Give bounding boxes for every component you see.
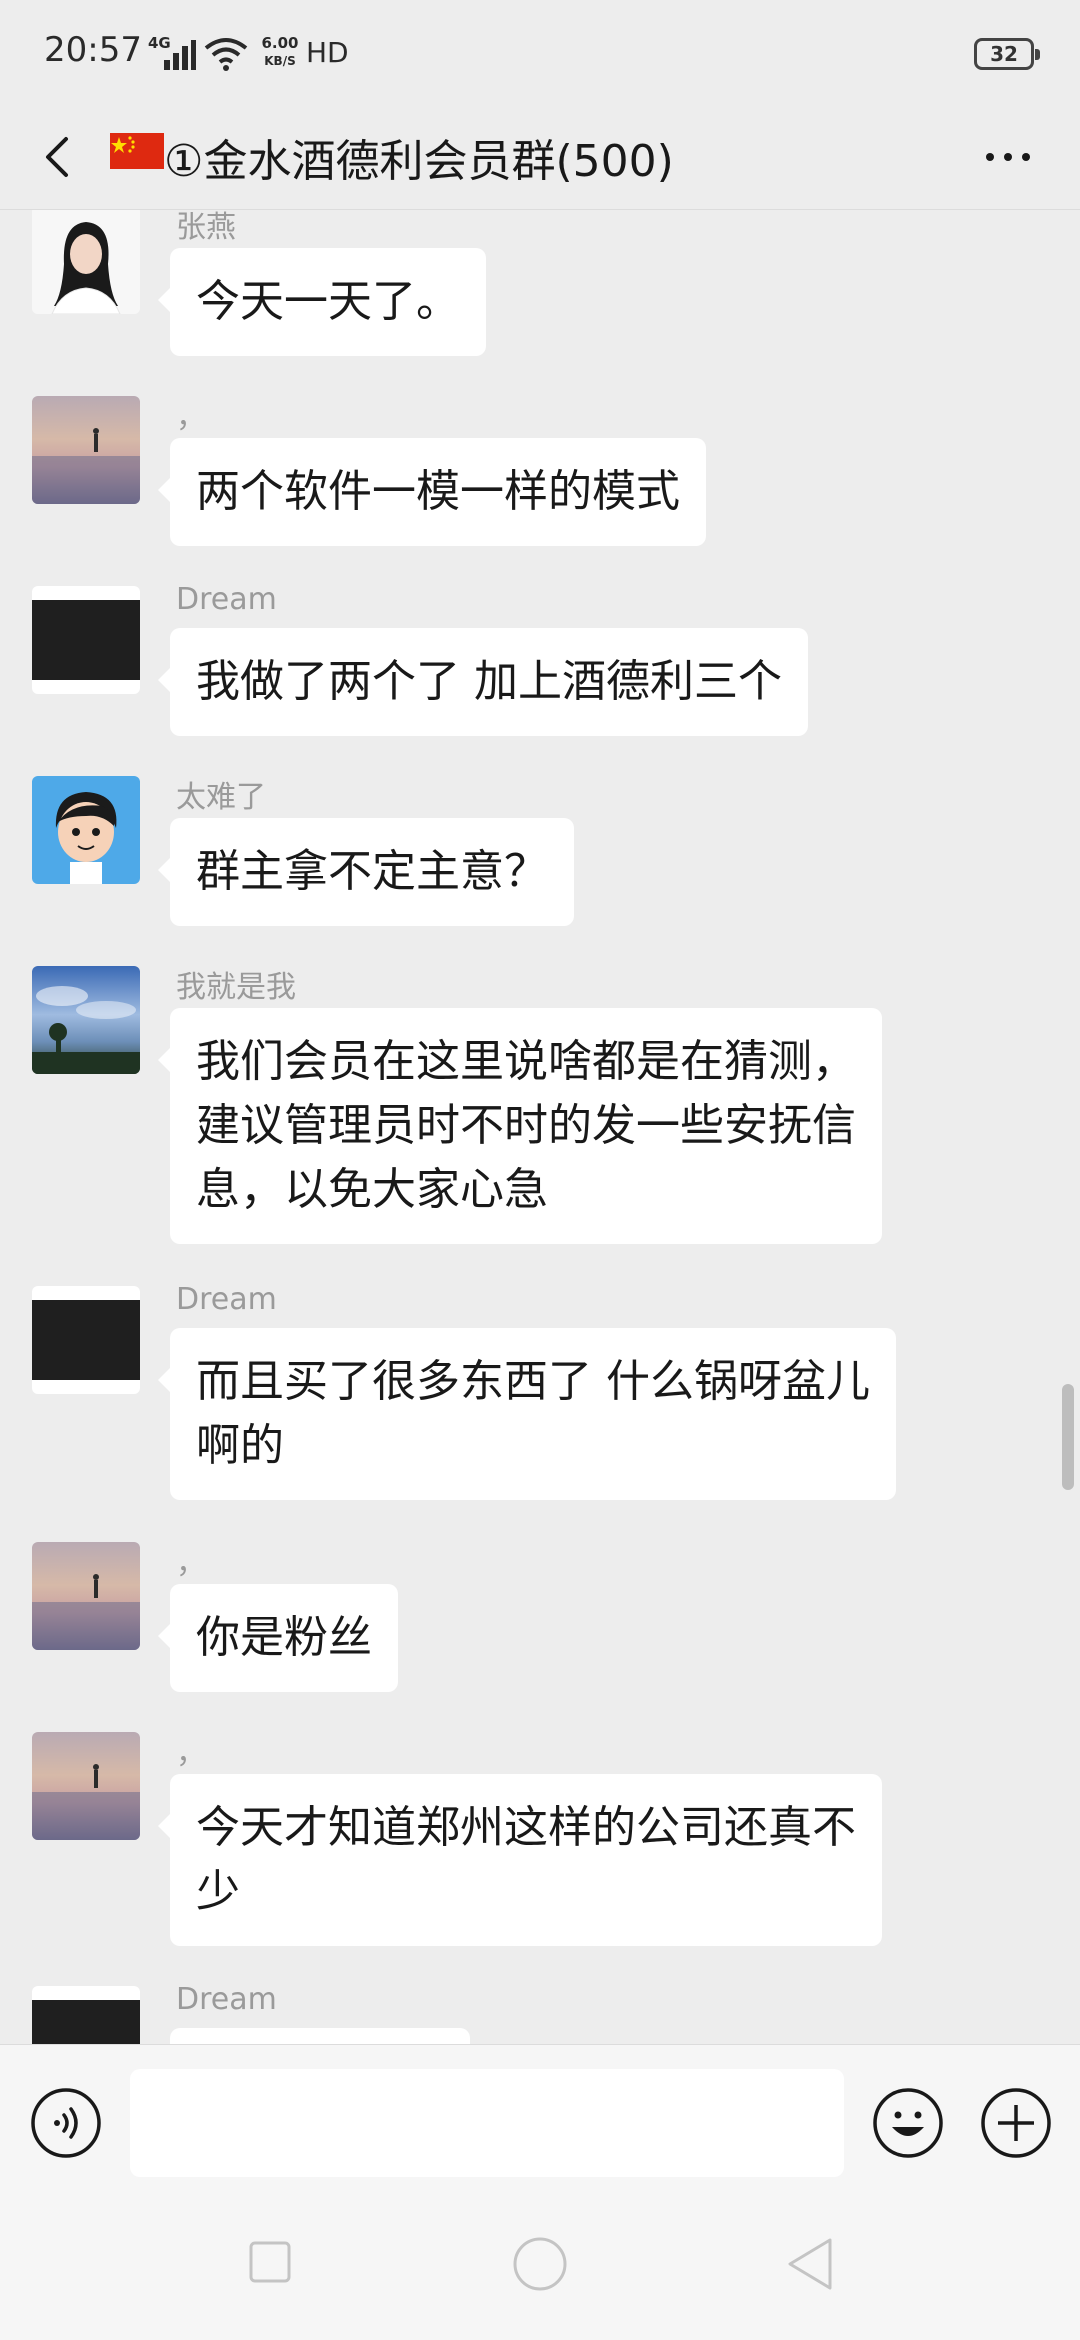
circle-icon[interactable] [512,2236,568,2292]
message-text: 今天一天了。 [196,276,460,327]
message-bubble[interactable]: 我们会员在这里说啥都是在猜测， 建议管理员时不时的发一些安抚信 息，以免大家心急 [158,1008,882,1244]
message-bubble[interactable]: 群主拿不定主意？ [158,818,574,926]
sender-name: Dream [176,582,277,617]
message-item: ， 两个软件一模一样的模式 [0,392,1080,546]
message-bubble[interactable]: 两个软件一模一样的模式 [158,438,706,546]
sender-name: 张燕 [176,210,236,245]
avatar-beach-silhouette[interactable] [32,1732,140,1840]
wifi-icon [204,38,248,71]
avatar-beach-silhouette[interactable] [32,396,140,504]
battery-icon: 32 [974,38,1040,70]
chevron-left-icon[interactable] [28,125,92,189]
emoji-icon[interactable] [872,2087,944,2159]
message-text-line: 少 [196,1866,240,1917]
message-item: Dream 而且买了很多东西了 什么锅呀盆儿 啊的 [0,1282,1080,1500]
more-dots-icon[interactable] [968,125,1048,189]
dark-text-image [32,600,140,680]
beach-silhouette-image [32,428,140,504]
sender-name: Dream [176,1982,277,2017]
message-text: 我做了两个了 加上酒德利三个 [196,656,782,707]
dark-text-image [32,2000,140,2044]
sender-name: ， [176,1546,206,1581]
hd-indicator: HD [306,36,349,69]
avatar-dark-text-image[interactable] [32,1286,140,1394]
avatar-dark-text-image[interactable] [32,1986,140,2044]
message-bubble[interactable]: 而且买了很多东西了 什么锅呀盆儿 啊的 [158,1328,896,1500]
avatar-beach-silhouette[interactable] [32,1542,140,1650]
avatar-woman-portrait[interactable] [32,210,140,314]
triangle-back-icon[interactable] [784,2236,836,2292]
message-text: 你是粉丝 [196,1612,372,1663]
scrollbar-thumb[interactable] [1062,1384,1074,1490]
plus-icon[interactable] [980,2087,1052,2159]
message-bubble[interactable] [170,2028,470,2044]
square-icon[interactable] [248,2240,292,2284]
input-bar [0,2044,1080,2196]
beach-silhouette-image [32,1764,140,1840]
flag-stars [111,136,135,153]
title-bar: ①金水酒德利会员群(500) [0,105,1080,210]
message-item: Dream [0,1982,1080,2044]
network-type: 4G [148,34,171,52]
status-bar: 20:57 4G 6.00 KB/S HD 32 [0,0,1080,105]
avatar-sky-landscape[interactable] [32,966,140,1074]
cartoon-boy-image [55,792,117,884]
message-item: 我就是我 我们会员在这里说啥都是在猜测， 建议管理员时不时的发一些安抚信 息，以… [0,962,1080,1252]
china-flag-icon [110,133,164,169]
woman-portrait-image [32,210,140,314]
network-speed: 6.00 KB/S [256,34,304,74]
message-bubble[interactable]: 我做了两个了 加上酒德利三个 [158,628,808,736]
avatar-dark-text-image[interactable] [32,586,140,694]
message-bubble[interactable]: 你是粉丝 [158,1584,398,1692]
battery-level: 32 [990,42,1018,66]
chat-title: ①金水酒德利会员群(500) [164,136,674,187]
message-text-line: 而且买了很多东西了 什么锅呀盆儿 [196,1356,870,1407]
message-item: 太难了 群主拿不定主意？ [0,772,1080,926]
sky-landscape-image [32,986,140,1074]
speed-value: 6.00 [261,34,299,52]
message-text-line: 息，以免大家心急 [196,1164,548,1215]
message-list[interactable]: 张燕 今天一天了。 ， 两个软件一模一样的模式 Dream 我做了两个了 加上酒… [0,210,1080,2044]
voice-icon[interactable] [30,2087,102,2159]
message-bubble[interactable]: 今天才知道郑州这样的公司还真不 少 [158,1774,882,1946]
message-item: 张燕 今天一天了。 [0,210,1080,356]
speed-unit: KB/S [264,54,296,68]
sender-name: ， [176,1736,206,1771]
system-nav-bar [0,2196,1080,2340]
message-text-line: 我们会员在这里说啥都是在猜测， [196,1036,856,1087]
status-time: 20:57 [44,30,142,70]
message-text: 群主拿不定主意？ [196,846,548,897]
message-item: ， 你是粉丝 [0,1538,1080,1692]
beach-silhouette-image [32,1574,140,1650]
sender-name: Dream [176,1282,277,1317]
sender-name: ， [176,400,206,435]
message-text-line: 今天才知道郑州这样的公司还真不 [196,1802,856,1853]
message-item: Dream 我做了两个了 加上酒德利三个 [0,582,1080,736]
message-text-line: 啊的 [196,1420,284,1471]
message-item: ， 今天才知道郑州这样的公司还真不 少 [0,1728,1080,1946]
sender-name: 太难了 [176,780,266,815]
message-text-line: 建议管理员时不时的发一些安抚信 [196,1100,856,1151]
avatar-cartoon-boy[interactable] [32,776,140,884]
message-text: 两个软件一模一样的模式 [196,466,680,517]
message-bubble[interactable]: 今天一天了。 [158,248,486,356]
dark-text-image [32,1300,140,1380]
sender-name: 我就是我 [176,970,296,1005]
message-input[interactable] [130,2069,844,2177]
